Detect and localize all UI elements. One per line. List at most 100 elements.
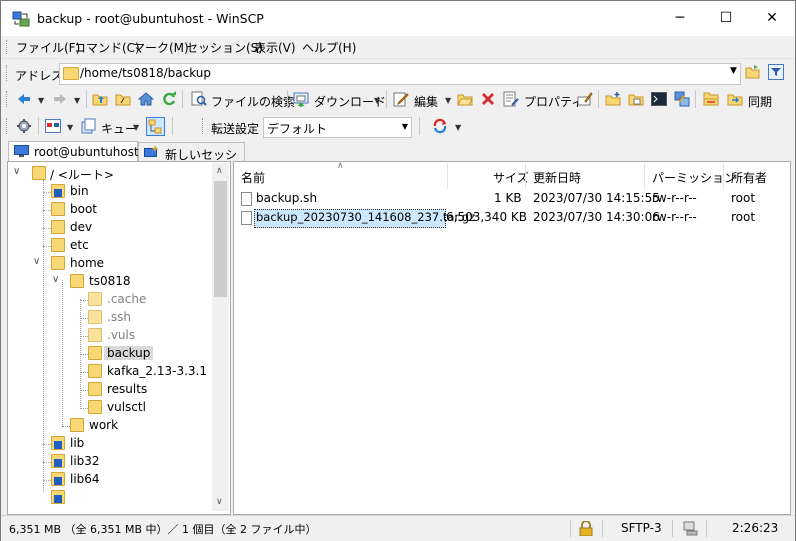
queue-icon[interactable]: [81, 118, 97, 134]
folder-copy-icon[interactable]: [628, 91, 644, 107]
edit-icon[interactable]: [393, 91, 409, 107]
collapse-chevron-icon[interactable]: ∨: [13, 166, 20, 177]
parent-folder-icon[interactable]: [92, 91, 108, 107]
putty-icon[interactable]: [674, 91, 690, 107]
column-divider[interactable]: [525, 163, 526, 189]
open-folder-icon[interactable]: [745, 64, 761, 80]
forward-dropdown-icon[interactable]: ▼: [74, 96, 80, 105]
tree-item-bin[interactable]: bin: [70, 184, 89, 198]
address-dropdown-icon[interactable]: ▼: [730, 66, 737, 76]
rename-icon[interactable]: [577, 91, 593, 107]
transfer-settings-select[interactable]: デフォルト ▼: [263, 117, 412, 138]
file-row-selected[interactable]: backup_20230730_141608_237.tar.gz 6,503,…: [234, 208, 788, 228]
maximize-button[interactable]: ☐: [703, 1, 749, 36]
tree-item-results[interactable]: results: [107, 382, 147, 396]
menu-grip[interactable]: [6, 40, 10, 54]
menu-view[interactable]: 表示(V): [254, 39, 296, 56]
find-files-icon[interactable]: [191, 91, 207, 107]
terminal-icon[interactable]: [651, 91, 667, 107]
queue-dropdown-icon[interactable]: ▼: [133, 123, 139, 132]
chevron-down-icon: ▼: [401, 122, 408, 131]
filter-icon[interactable]: [768, 64, 784, 80]
tab-new-session[interactable]: 新しいセッション: [138, 142, 245, 179]
toolbar-grip[interactable]: [6, 118, 10, 134]
tree-item-boot[interactable]: boot: [70, 202, 97, 216]
connection-icon[interactable]: [683, 521, 698, 536]
scroll-down-icon[interactable]: ∨: [216, 497, 223, 507]
tree-item-lib64[interactable]: lib64: [70, 472, 100, 486]
home-icon[interactable]: [138, 91, 154, 107]
column-divider[interactable]: [644, 163, 645, 189]
find-files-button[interactable]: ファイルの検索: [211, 93, 295, 110]
tree-item-home[interactable]: home: [70, 256, 104, 270]
back-dropdown-icon[interactable]: ▼: [38, 96, 44, 105]
new-folder-icon[interactable]: [605, 91, 621, 107]
tree-item-kafka[interactable]: kafka_2.13-3.3.1: [107, 364, 207, 378]
menu-command[interactable]: コマンド(C): [74, 39, 140, 56]
close-button[interactable]: ✕: [749, 1, 795, 36]
tree-item-ts0818[interactable]: ts0818: [89, 274, 131, 288]
compare-directories-icon[interactable]: [703, 91, 719, 107]
layout-dropdown-icon[interactable]: ▼: [67, 123, 73, 132]
column-divider[interactable]: [447, 163, 448, 189]
tree-item-root[interactable]: / <ルート>: [50, 166, 114, 183]
back-arrow-icon[interactable]: [16, 91, 32, 107]
toolbar-separator: [598, 90, 599, 108]
open-icon[interactable]: [457, 91, 473, 107]
tree-item-ssh[interactable]: .ssh: [107, 310, 131, 324]
edit-button[interactable]: 編集: [414, 93, 438, 110]
column-size[interactable]: サイズ: [493, 169, 529, 186]
download-dropdown-icon[interactable]: ▼: [374, 96, 380, 105]
toolbar-separator: [419, 117, 420, 135]
tree-item-etc[interactable]: etc: [70, 238, 89, 252]
column-owner[interactable]: 所有者: [731, 169, 767, 186]
column-divider[interactable]: [723, 163, 724, 189]
delete-icon[interactable]: [480, 91, 496, 107]
forward-arrow-icon[interactable]: [52, 91, 68, 107]
download-icon[interactable]: [293, 91, 309, 107]
tree-scrollbar[interactable]: ∧ ∨: [212, 163, 229, 511]
root-folder-icon[interactable]: [115, 91, 131, 107]
synchronize-icon[interactable]: [727, 91, 743, 107]
tree-item-dev[interactable]: dev: [70, 220, 92, 234]
collapse-chevron-icon[interactable]: ∨: [33, 256, 40, 267]
sync-browsing-icon[interactable]: [432, 118, 448, 134]
toolbar-grip[interactable]: [6, 91, 10, 107]
tree-toggle-icon[interactable]: [146, 117, 165, 136]
tree-item-work[interactable]: work: [89, 418, 118, 432]
synchronize-button[interactable]: 同期: [748, 93, 772, 110]
edit-dropdown-icon[interactable]: ▼: [445, 96, 451, 105]
file-row[interactable]: backup.sh 1 KB 2023/07/30 14:15:55 rw-r-…: [234, 189, 788, 208]
column-modified[interactable]: 更新日時: [533, 169, 581, 186]
menu-file[interactable]: ファイル(F): [16, 39, 80, 56]
column-name[interactable]: 名前: [241, 169, 265, 186]
refresh-icon[interactable]: [161, 91, 177, 107]
tree-item-vulsctl[interactable]: vulsctl: [107, 400, 146, 414]
tab-root-ubuntuhost[interactable]: root@ubuntuhost: [8, 141, 139, 162]
tree-item-cache[interactable]: .cache: [107, 292, 146, 306]
queue-button[interactable]: キュー: [101, 120, 137, 137]
address-grip[interactable]: [6, 65, 10, 81]
tree-item-vuls[interactable]: .vuls: [107, 328, 135, 342]
tree-item-lib32[interactable]: lib32: [70, 454, 100, 468]
scroll-up-icon[interactable]: ∧: [216, 166, 223, 176]
menu-bar: ファイル(F) コマンド(C) マーク(M) セッション(S) 表示(V) ヘル…: [1, 36, 795, 59]
tree-item-backup[interactable]: backup: [104, 346, 154, 360]
properties-button[interactable]: プロパティ: [524, 93, 583, 110]
preferences-gear-icon[interactable]: [16, 118, 32, 134]
menu-session[interactable]: セッション(S): [186, 39, 263, 56]
layout-icon[interactable]: [45, 118, 61, 134]
toolbar-grip[interactable]: [202, 118, 206, 134]
menu-mark[interactable]: マーク(M): [133, 39, 189, 56]
address-field[interactable]: /home/ts0818/backup: [59, 63, 741, 85]
minimize-button[interactable]: ─: [657, 1, 703, 36]
toolbar-separator: [386, 90, 387, 108]
tree-item-lib[interactable]: lib: [70, 436, 84, 450]
lock-icon[interactable]: [579, 521, 593, 536]
sync-browsing-dropdown-icon[interactable]: ▼: [455, 123, 461, 132]
properties-icon[interactable]: [503, 91, 519, 107]
menu-help[interactable]: ヘルプ(H): [302, 39, 356, 56]
tree-connector: [43, 180, 44, 492]
collapse-chevron-icon[interactable]: ∨: [52, 274, 59, 285]
scrollbar-thumb[interactable]: [214, 181, 227, 297]
